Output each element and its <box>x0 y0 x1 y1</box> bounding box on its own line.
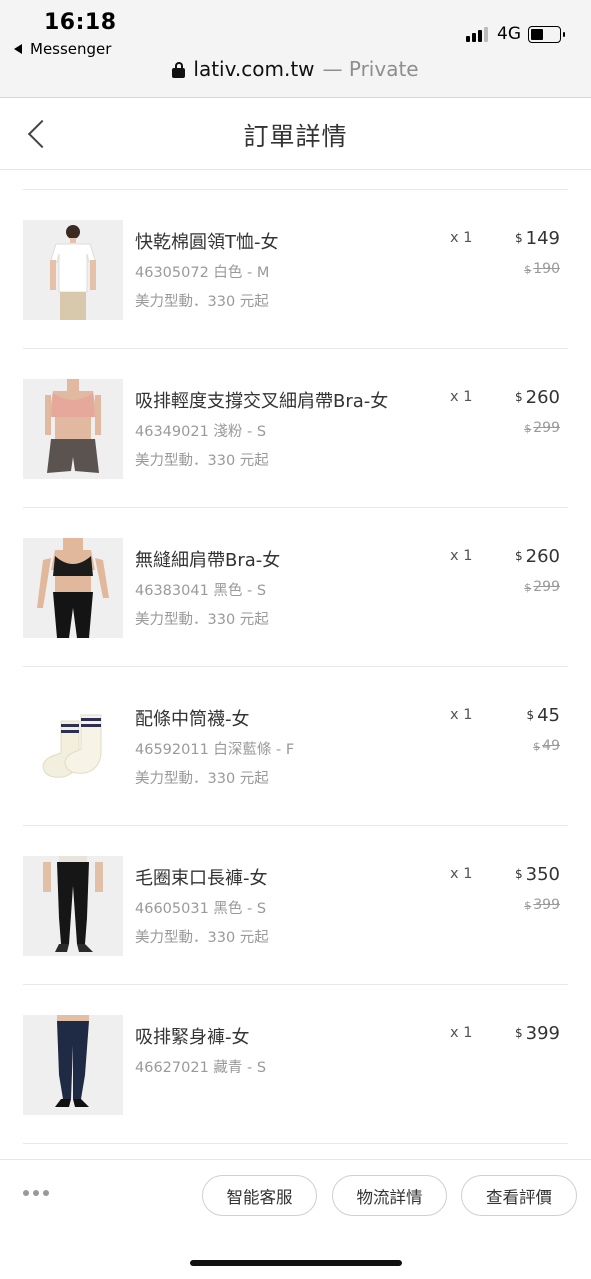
product-promo: 美力型動．330 元起 <box>135 612 269 628</box>
product-thumbnail[interactable] <box>23 220 123 320</box>
product-sku: 46383041 黑色 - S <box>135 583 267 599</box>
product-quantity: x 1 <box>450 866 473 882</box>
order-item[interactable]: 配條中筒襪-女 46592011 白深藍條 - F 美力型動．330 元起 x … <box>23 667 568 826</box>
product-name[interactable]: 毛圈束口長褲-女 <box>135 864 268 890</box>
order-item[interactable]: 吸排緊身褲-女 46627021 藏青 - S x 1 $399 <box>23 985 568 1144</box>
product-promo: 美力型動．330 元起 <box>135 771 269 787</box>
product-thumbnail[interactable] <box>23 538 123 638</box>
black-joggers-icon <box>23 856 123 956</box>
product-sku: 46592011 白深藍條 - F <box>135 742 295 758</box>
product-original-price: $49 <box>533 738 560 754</box>
back-to-app-button[interactable]: Messenger <box>14 40 111 58</box>
product-name[interactable]: 配條中筒襪-女 <box>135 705 250 731</box>
product-sku: 46349021 淺粉 - S <box>135 424 267 440</box>
product-promo: 美力型動．330 元起 <box>135 453 269 469</box>
page-header: 訂單詳情 <box>0 99 591 170</box>
product-sku: 46605031 黑色 - S <box>135 901 267 917</box>
product-name[interactable]: 快乾棉圓領T恤-女 <box>135 228 279 254</box>
product-price: $399 <box>515 1023 560 1044</box>
order-item[interactable]: 無縫細肩帶Bra-女 46383041 黑色 - S 美力型動．330 元起 x… <box>23 508 568 667</box>
more-options-icon[interactable] <box>23 1190 49 1196</box>
product-thumbnail[interactable] <box>23 1015 123 1115</box>
product-promo: 美力型動．330 元起 <box>135 294 269 310</box>
product-name[interactable]: 吸排輕度支撐交叉細肩帶Bra-女 <box>135 387 388 413</box>
url-domain: lativ.com.tw <box>193 57 315 81</box>
back-triangle-icon <box>14 44 22 54</box>
product-price: $260 <box>515 546 560 567</box>
view-reviews-button[interactable]: 查看評價 <box>461 1175 577 1216</box>
product-sku: 46305072 白色 - M <box>135 265 270 281</box>
home-indicator[interactable] <box>190 1260 402 1266</box>
lock-icon <box>172 62 186 78</box>
page-title: 訂單詳情 <box>243 122 348 151</box>
product-price: $260 <box>515 387 560 408</box>
product-original-price: $399 <box>524 897 560 913</box>
black-bra-icon <box>23 538 123 638</box>
product-price: $350 <box>515 864 560 885</box>
browser-status-bar: 16:18 Messenger 4G lativ.com.tw — Privat… <box>0 0 591 98</box>
pink-bra-icon <box>23 379 123 479</box>
product-thumbnail[interactable] <box>23 697 123 797</box>
url-private-label: — Private <box>322 57 419 81</box>
logistics-details-button[interactable]: 物流詳情 <box>332 1175 447 1216</box>
order-item[interactable]: 毛圈束口長褲-女 46605031 黑色 - S 美力型動．330 元起 x 1… <box>23 826 568 985</box>
signal-icon <box>466 27 488 42</box>
order-item[interactable]: 快乾棉圓領T恤-女 46305072 白色 - M 美力型動．330 元起 x … <box>23 190 568 349</box>
product-quantity: x 1 <box>450 389 473 405</box>
product-name[interactable]: 無縫細肩帶Bra-女 <box>135 546 280 572</box>
customer-service-button[interactable]: 智能客服 <box>202 1175 317 1216</box>
product-quantity: x 1 <box>450 548 473 564</box>
url-bar[interactable]: lativ.com.tw — Private <box>0 57 591 81</box>
navy-leggings-icon <box>23 1015 123 1115</box>
bottom-action-bar: 智能客服 物流詳情 查看評價 <box>0 1159 591 1279</box>
product-price: $45 <box>526 705 560 726</box>
product-quantity: x 1 <box>450 230 473 246</box>
product-quantity: x 1 <box>450 707 473 723</box>
clock: 16:18 <box>44 10 117 35</box>
product-quantity: x 1 <box>450 1025 473 1041</box>
product-thumbnail[interactable] <box>23 379 123 479</box>
product-price: $149 <box>515 228 560 249</box>
battery-icon <box>528 26 565 43</box>
product-original-price: $299 <box>524 579 560 595</box>
striped-socks-icon <box>23 697 123 797</box>
product-thumbnail[interactable] <box>23 856 123 956</box>
order-item[interactable]: 吸排輕度支撐交叉細肩帶Bra-女 46349021 淺粉 - S 美力型動．33… <box>23 349 568 508</box>
product-original-price: $190 <box>524 261 560 277</box>
white-tshirt-icon <box>23 220 123 320</box>
product-sku: 46627021 藏青 - S <box>135 1060 267 1076</box>
order-item-list: 快乾棉圓領T恤-女 46305072 白色 - M 美力型動．330 元起 x … <box>23 189 568 1144</box>
product-original-price: $299 <box>524 420 560 436</box>
product-name[interactable]: 吸排緊身褲-女 <box>135 1023 250 1049</box>
network-label: 4G <box>497 24 521 44</box>
back-app-label: Messenger <box>30 40 112 58</box>
product-promo: 美力型動．330 元起 <box>135 930 269 946</box>
